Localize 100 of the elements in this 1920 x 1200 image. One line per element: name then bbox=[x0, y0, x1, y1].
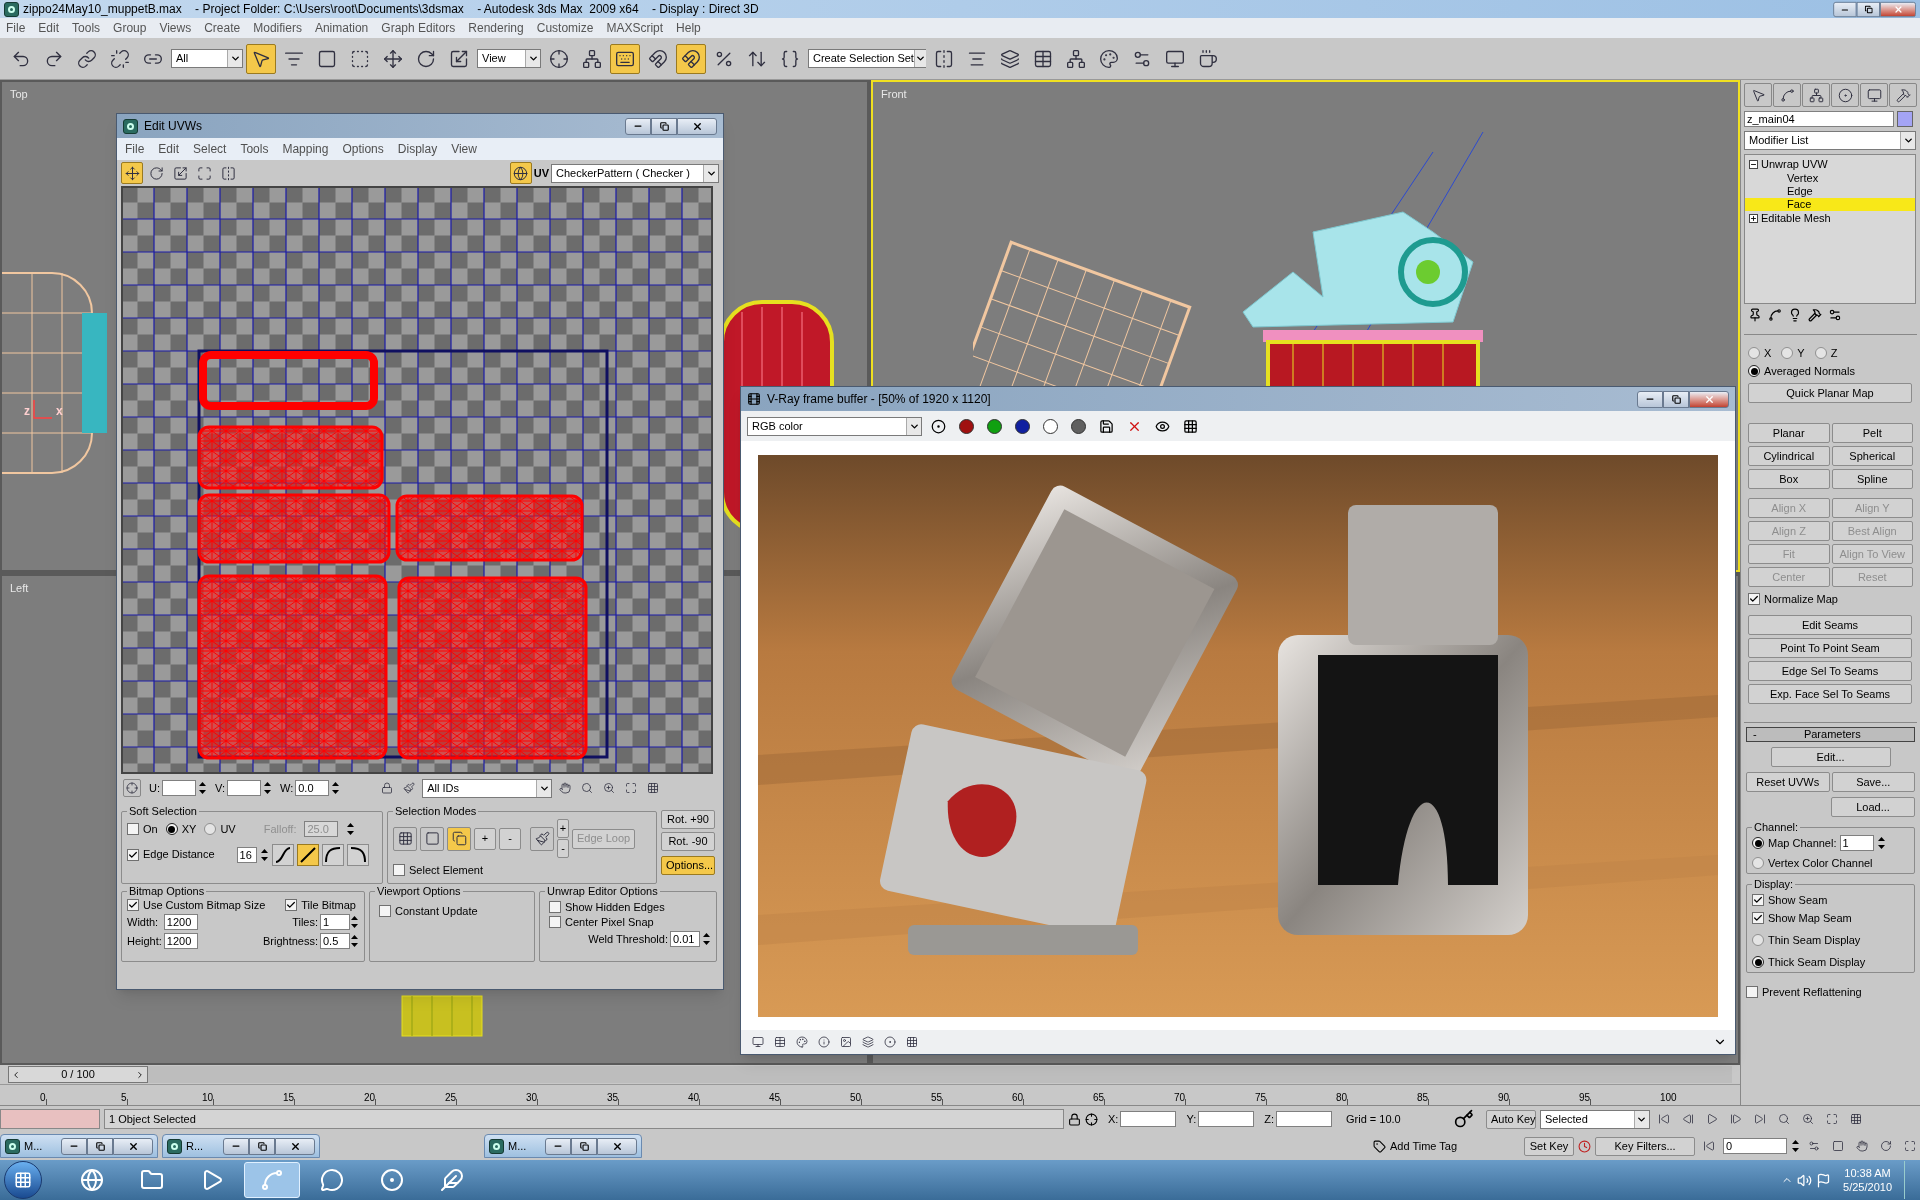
rotate-button[interactable]: Rot. +90 bbox=[661, 810, 715, 829]
prevent-reflattening-checkbox[interactable]: Prevent Reflattening bbox=[1746, 986, 1915, 998]
frame-tick-label: 10 bbox=[202, 1093, 214, 1103]
seam-display-radio[interactable]: Thin Seam Display bbox=[1752, 934, 1909, 946]
seam-display-radio[interactable]: Thick Seam Display bbox=[1752, 956, 1909, 968]
seam-button[interactable]: Edit Seams bbox=[1748, 615, 1912, 635]
menu-item[interactable]: Mapping bbox=[282, 140, 329, 158]
stack-item[interactable]: Editable Mesh bbox=[1761, 210, 1831, 227]
mapping-button[interactable]: Planar bbox=[1748, 423, 1830, 443]
menu-item[interactable]: Display bbox=[397, 140, 438, 158]
loop-grow-button[interactable]: + bbox=[557, 819, 569, 838]
mapping-button[interactable]: Cylindrical bbox=[1748, 446, 1830, 466]
grow-button[interactable]: + bbox=[474, 827, 496, 850]
object-name-field[interactable]: z_main04 bbox=[1744, 111, 1894, 127]
menu-item[interactable]: Views bbox=[159, 19, 192, 37]
loop-shrink-button[interactable]: - bbox=[557, 839, 569, 858]
menu-item[interactable]: Group bbox=[113, 19, 147, 37]
menu-item[interactable]: Create bbox=[204, 19, 241, 37]
group-title: Viewport Options bbox=[377, 885, 461, 897]
width-field[interactable]: 1200 bbox=[163, 914, 198, 931]
normalize-map-checkbox[interactable]: Normalize Map bbox=[1748, 593, 1913, 605]
minimized-window[interactable]: M... bbox=[484, 1134, 642, 1159]
minimized-window[interactable]: M... bbox=[0, 1134, 158, 1159]
toolbar-dropdown[interactable]: View bbox=[477, 49, 541, 68]
reset-uvws-button[interactable]: Reset UVWs bbox=[1746, 772, 1830, 792]
mapping-button[interactable]: Pelt bbox=[1831, 423, 1913, 443]
menu-item[interactable]: File bbox=[125, 140, 145, 158]
time-slider-thumb[interactable]: 0 / 100 bbox=[8, 1066, 148, 1083]
tile-bitmap-checkbox[interactable]: Tile Bitmap bbox=[285, 899, 356, 911]
load-button[interactable]: Load... bbox=[1831, 797, 1915, 817]
stack-subitem[interactable]: Vertex bbox=[1745, 172, 1915, 185]
brightness-field[interactable]: 0.5 bbox=[320, 932, 350, 949]
shrink-button[interactable]: - bbox=[499, 827, 521, 850]
constant-update-checkbox[interactable]: Constant Update bbox=[379, 905, 529, 917]
seam-button[interactable]: Exp. Face Sel To Seams bbox=[1748, 684, 1912, 704]
map-channel-field[interactable]: 1 bbox=[1839, 835, 1874, 851]
mapping-button[interactable]: Spline bbox=[1831, 469, 1913, 489]
toolbar-dropdown[interactable]: Create Selection Set bbox=[808, 49, 926, 68]
editor-option-checkbox[interactable]: Show Hidden Edges bbox=[549, 901, 711, 913]
options-button[interactable]: Options... bbox=[661, 856, 715, 875]
edge-distance-checkbox[interactable]: Edge Distance bbox=[127, 848, 215, 861]
ids-dropdown[interactable]: All IDs bbox=[422, 778, 553, 798]
space-radio[interactable]: XY bbox=[165, 823, 197, 836]
menu-item[interactable]: Modifiers bbox=[253, 19, 302, 37]
current-frame-field[interactable]: 0 bbox=[1723, 1138, 1787, 1155]
height-field[interactable]: 1200 bbox=[163, 932, 198, 949]
vertex-color-radio[interactable]: Vertex Color Channel bbox=[1752, 857, 1909, 869]
menu-item[interactable]: View bbox=[451, 140, 477, 158]
auto-key-button[interactable]: Auto Key bbox=[1486, 1109, 1536, 1129]
seam-button[interactable]: Point To Point Seam bbox=[1748, 638, 1912, 658]
menu-item[interactable]: Animation bbox=[314, 19, 369, 37]
edge-distance-field[interactable]: 16 bbox=[236, 846, 257, 863]
editor-option-checkbox[interactable]: Center Pixel Snap bbox=[549, 916, 711, 928]
mapping-button[interactable]: Box bbox=[1748, 469, 1830, 489]
stack-item[interactable]: Unwrap UVW bbox=[1761, 156, 1828, 173]
time-tag-label[interactable]: Add Time Tag bbox=[1390, 1138, 1490, 1155]
toolbar-dropdown[interactable]: All bbox=[171, 49, 243, 68]
menu-item[interactable]: Help bbox=[676, 19, 701, 37]
frame-tick-label: 100 bbox=[1660, 1093, 1677, 1103]
coordinate-label: Y: bbox=[1186, 1112, 1197, 1127]
averaged-normals-radio[interactable]: Averaged Normals bbox=[1748, 365, 1913, 377]
minimized-window[interactable]: R... bbox=[162, 1134, 320, 1159]
clock[interactable]: 10:38 AM 5/25/2010 bbox=[1835, 1166, 1900, 1194]
menu-item[interactable]: Tools bbox=[72, 19, 101, 37]
seam-button[interactable]: Edge Sel To Seams bbox=[1748, 661, 1912, 681]
menu-item[interactable]: Graph Editors bbox=[381, 19, 456, 37]
edit-button[interactable]: Edit... bbox=[1770, 747, 1891, 767]
menu-item[interactable]: Customize bbox=[536, 19, 594, 37]
weld-threshold-field[interactable]: 0.01 bbox=[670, 931, 700, 948]
tiles-field[interactable]: 1 bbox=[320, 914, 350, 931]
stack-subitem[interactable]: Edge bbox=[1745, 185, 1915, 198]
key-mode-dropdown[interactable]: Selected bbox=[1540, 1109, 1650, 1129]
key-filters-button[interactable]: Key Filters... bbox=[1595, 1136, 1695, 1156]
rollout-header[interactable]: - Parameters bbox=[1746, 727, 1915, 742]
texture-dropdown[interactable]: CheckerPattern ( Checker ) bbox=[551, 163, 719, 183]
soft-selection-checkbox[interactable]: On bbox=[127, 823, 158, 836]
modifier-list-dropdown[interactable]: Modifier List bbox=[1744, 131, 1916, 150]
channel-dropdown[interactable]: RGB color bbox=[747, 416, 922, 436]
display-checkbox[interactable]: Show Seam bbox=[1752, 894, 1909, 906]
save-button[interactable]: Save... bbox=[1831, 772, 1915, 792]
space-radio[interactable]: UV bbox=[204, 823, 236, 836]
quick-planar-map-button[interactable]: Quick Planar Map bbox=[1748, 383, 1912, 403]
custom-bitmap-size-checkbox[interactable]: Use Custom Bitmap Size bbox=[127, 899, 266, 911]
menu-item[interactable]: Edit bbox=[38, 19, 60, 37]
menu-item[interactable]: File bbox=[6, 19, 26, 37]
time-slider-track[interactable]: 0 / 100 bbox=[8, 1066, 1732, 1083]
menu-item[interactable]: Edit bbox=[158, 140, 180, 158]
menu-item[interactable]: Select bbox=[193, 140, 227, 158]
menu-item[interactable]: Tools bbox=[240, 140, 269, 158]
menu-item[interactable]: Options bbox=[342, 140, 384, 158]
menu-item[interactable]: Rendering bbox=[468, 19, 524, 37]
map-channel-radio[interactable]: Map Channel: bbox=[1752, 837, 1837, 849]
coordinate-field[interactable]: 0.0 bbox=[295, 780, 330, 796]
display-checkbox[interactable]: Show Map Seam bbox=[1752, 912, 1909, 924]
rotate-button[interactable]: Rot. -90 bbox=[661, 832, 715, 851]
set-key-button[interactable]: Set Key bbox=[1524, 1136, 1574, 1156]
stack-subitem[interactable]: Face bbox=[1745, 198, 1915, 211]
mapping-button[interactable]: Spherical bbox=[1831, 446, 1913, 466]
select-element-checkbox[interactable]: Select Element bbox=[393, 864, 651, 876]
menu-item[interactable]: MAXScript bbox=[606, 19, 664, 37]
